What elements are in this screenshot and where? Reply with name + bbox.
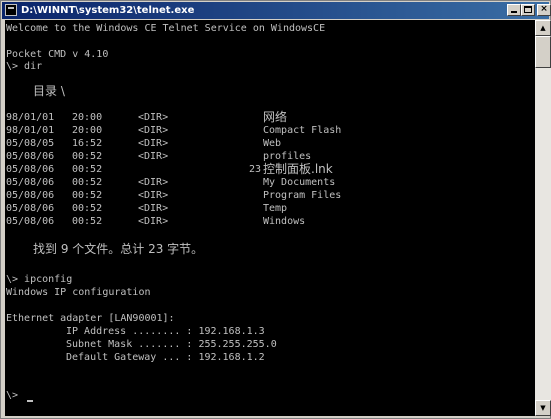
entry-type: <DIR> <box>138 203 169 214</box>
maximize-icon <box>524 6 532 13</box>
subnet-mask-line: Subnet Mask ....... : 255.255.255.0 <box>66 339 277 350</box>
entry-type: <DIR> <box>138 151 169 162</box>
entry-date: 05/08/06 <box>6 177 55 188</box>
console-output[interactable]: Welcome to the Windows CE Telnet Service… <box>5 20 535 416</box>
dir-summary-line: 找到 9 个文件。总计 23 字节。 <box>33 242 204 256</box>
minimize-icon <box>511 11 517 13</box>
entry-time: 00:52 <box>72 177 103 188</box>
entry-time: 20:00 <box>72 112 103 123</box>
entry-size: 23 <box>248 164 261 175</box>
entry-time: 00:52 <box>72 216 103 227</box>
entry-type: <DIR> <box>138 112 169 123</box>
entry-type: <DIR> <box>138 125 169 136</box>
entry-date: 05/08/06 <box>6 151 55 162</box>
entry-time: 00:52 <box>72 164 103 175</box>
vertical-scrollbar[interactable]: ▲ ▼ <box>535 20 551 416</box>
scroll-up-button[interactable]: ▲ <box>535 20 551 36</box>
entry-date: 05/08/05 <box>6 138 55 149</box>
telnet-window: D:\WINNT\system32\telnet.exe × Welcome t… <box>0 0 551 419</box>
entry-name: Program Files <box>263 190 342 201</box>
dir-command-line: \> dir <box>6 61 43 72</box>
entry-date: 98/01/01 <box>6 125 55 136</box>
entry-type: <DIR> <box>138 177 169 188</box>
entry-name: Windows <box>263 216 306 227</box>
window-title: D:\WINNT\system32\telnet.exe <box>21 5 195 16</box>
entry-type: <DIR> <box>138 138 169 149</box>
entry-date: 98/01/01 <box>6 112 55 123</box>
entry-name: 控制面板.lnk <box>263 162 333 176</box>
scroll-up-icon: ▲ <box>540 24 546 32</box>
scroll-thumb[interactable] <box>535 36 551 68</box>
close-icon: × <box>540 4 548 14</box>
entry-type: <DIR> <box>138 190 169 201</box>
ip-address-line: IP Address ........ : 192.168.1.3 <box>66 326 265 337</box>
entry-time: 16:52 <box>72 138 103 149</box>
scroll-down-icon: ▼ <box>540 404 546 412</box>
directory-title: 目录 \ <box>33 84 65 98</box>
ipconfig-command-line: \> ipconfig <box>6 274 73 285</box>
entry-date: 05/08/06 <box>6 216 55 227</box>
text-cursor <box>27 400 33 402</box>
entry-name: Compact Flash <box>263 125 342 136</box>
entry-name: 网络 <box>263 110 288 124</box>
close-button[interactable]: × <box>537 4 551 16</box>
entry-date: 05/08/06 <box>6 164 55 175</box>
entry-name: Temp <box>263 203 288 214</box>
entry-type: <DIR> <box>138 216 169 227</box>
entry-time: 00:52 <box>72 190 103 201</box>
entry-time: 00:52 <box>72 203 103 214</box>
entry-name: Web <box>263 138 282 149</box>
entry-time: 00:52 <box>72 151 103 162</box>
welcome-line: Welcome to the Windows CE Telnet Service… <box>6 23 326 34</box>
adapter-line: Ethernet adapter [LAN90001]: <box>6 313 175 324</box>
minimize-button[interactable] <box>507 4 521 16</box>
command-prompt: \> <box>6 390 19 401</box>
ip-config-header: Windows IP configuration <box>6 287 151 298</box>
maximize-button[interactable] <box>521 4 535 16</box>
title-bar[interactable]: D:\WINNT\system32\telnet.exe × <box>2 2 551 19</box>
entry-date: 05/08/06 <box>6 190 55 201</box>
entry-time: 20:00 <box>72 125 103 136</box>
scroll-down-button[interactable]: ▼ <box>535 400 551 416</box>
entry-date: 05/08/06 <box>6 203 55 214</box>
entry-name: My Documents <box>263 177 336 188</box>
default-gateway-line: Default Gateway ... : 192.168.1.2 <box>66 352 265 363</box>
console-app-icon[interactable] <box>5 4 17 16</box>
